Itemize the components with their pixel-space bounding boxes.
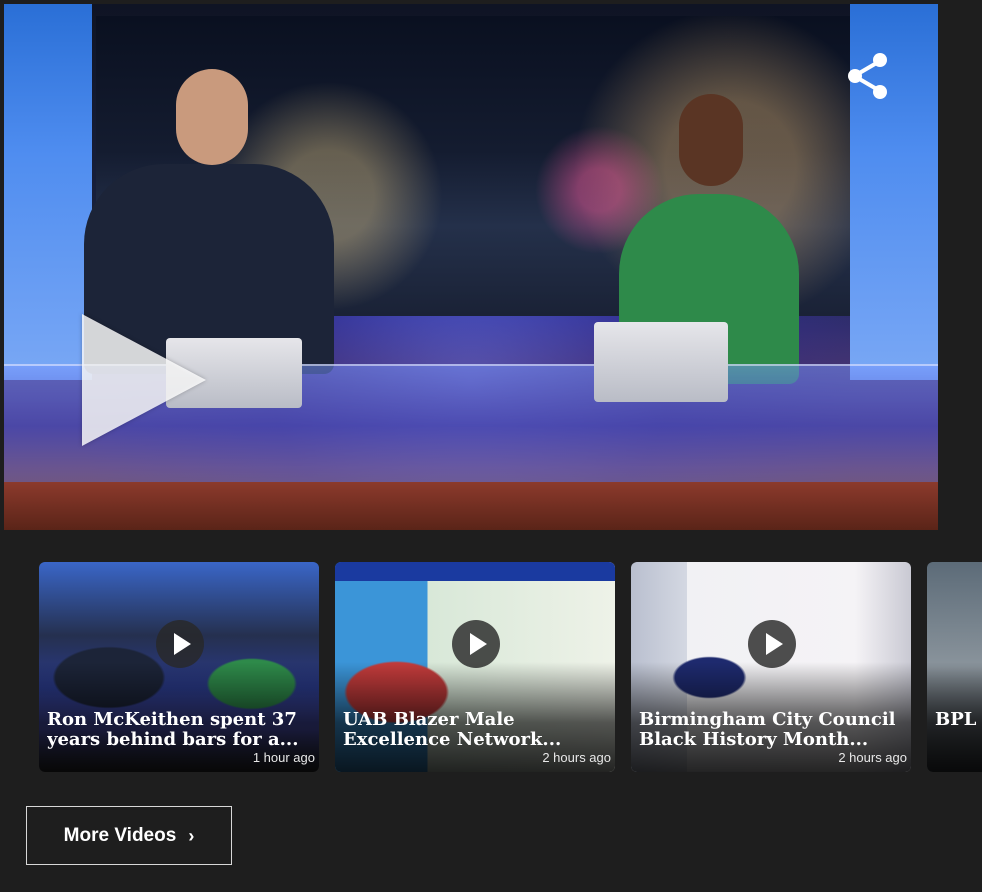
video-thumbnail[interactable]: BPL Hist	[927, 562, 982, 772]
studio-wall-left	[4, 4, 92, 380]
more-videos-button[interactable]: More Videos ›	[26, 806, 232, 865]
more-videos-label: More Videos	[63, 824, 177, 846]
play-icon[interactable]	[156, 620, 204, 668]
video-title[interactable]: Ron McKeithen spent 37 years behind bars…	[47, 710, 309, 750]
play-icon[interactable]	[82, 314, 206, 446]
video-title[interactable]: UAB Blazer Male Excellence Network...	[343, 710, 605, 750]
chevron-right-icon: ›	[188, 826, 195, 846]
play-icon[interactable]	[748, 620, 796, 668]
share-icon[interactable]	[846, 52, 890, 100]
video-title[interactable]: Birmingham City Council Black History Mo…	[639, 710, 901, 750]
video-thumbnail[interactable]: Ron McKeithen spent 37 years behind bars…	[39, 562, 319, 772]
video-thumbnail[interactable]: UAB Blazer Male Excellence Network... 2 …	[335, 562, 615, 772]
laptop	[594, 322, 728, 402]
video-title[interactable]: BPL Hist	[935, 710, 982, 730]
video-player[interactable]	[4, 4, 938, 530]
video-thumbnail[interactable]: Birmingham City Council Black History Mo…	[631, 562, 911, 772]
video-timestamp: 2 hours ago	[542, 750, 611, 765]
page: Ron McKeithen spent 37 years behind bars…	[0, 0, 982, 892]
video-timestamp: 1 hour ago	[252, 750, 315, 765]
play-icon[interactable]	[452, 620, 500, 668]
news-desk-front	[4, 482, 938, 530]
video-timestamp: 2 hours ago	[838, 750, 907, 765]
